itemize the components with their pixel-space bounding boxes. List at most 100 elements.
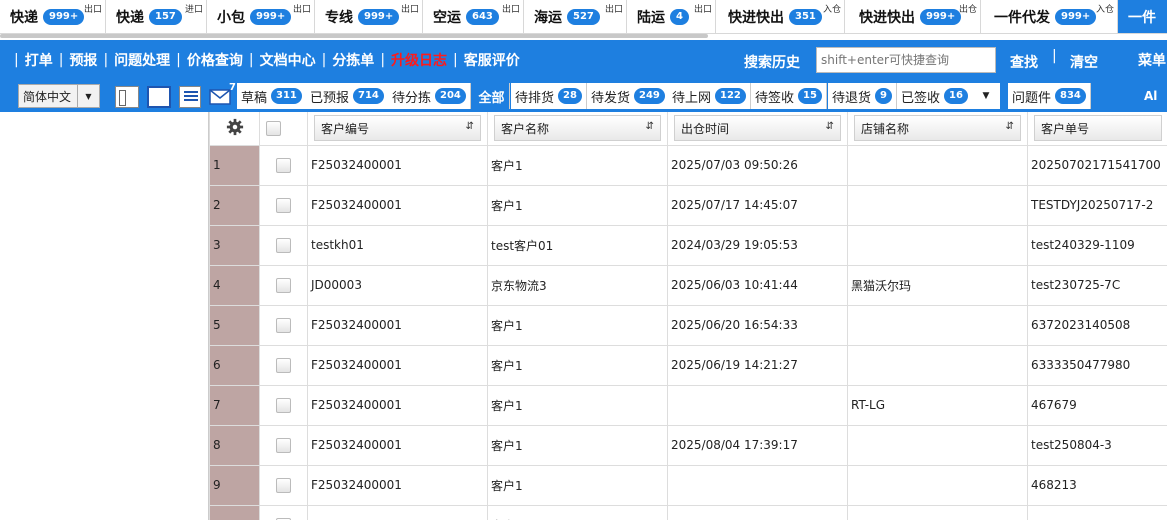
column-header[interactable]: 店铺名称 ⇵ <box>847 112 1028 146</box>
filter-forecasted[interactable]: 已预报 714 <box>306 83 389 109</box>
cell-time: 2025/06/19 14:21:27 <box>667 344 848 386</box>
cell-shop <box>847 424 1028 466</box>
gear-icon[interactable] <box>226 118 244 136</box>
tab-dropship-out[interactable]: 一件 <box>1118 0 1167 34</box>
cell-code: F25032400001 <box>307 184 488 226</box>
row-checkbox[interactable] <box>276 277 291 293</box>
table-row[interactable]: 3 testkh01 test客户01 2024/03/29 19:05:53 test… <box>209 224 1167 266</box>
filter-to-ship[interactable]: 待发货 249 <box>587 83 670 109</box>
table-row[interactable]: 5 F25032400001 客户1 2025/06/20 16:54:33 63720… <box>209 304 1167 346</box>
nav-link-issues[interactable]: 问题处理 <box>114 50 170 70</box>
table-row[interactable]: 客户 <box>209 504 1167 520</box>
search-input[interactable] <box>816 47 996 73</box>
row-checkbox[interactable] <box>276 437 291 453</box>
overflow-label[interactable]: Al <box>1144 89 1157 103</box>
filter-to-sort[interactable]: 待分拣 204 <box>388 83 471 109</box>
nav-separator: | <box>380 52 386 68</box>
tab-air[interactable]: 空运 643 出口 <box>423 0 524 34</box>
column-header[interactable]: 客户名称 ⇵ <box>487 112 668 146</box>
row-checkbox[interactable] <box>276 237 291 253</box>
cell-time: 2025/06/20 16:54:33 <box>667 304 848 346</box>
more-filters-dropdown[interactable]: ▼ <box>972 83 1000 109</box>
filter-all[interactable]: 全部 <box>474 83 510 109</box>
list-view-icon[interactable] <box>179 86 201 108</box>
nav-link-price[interactable]: 价格查询 <box>187 50 243 70</box>
nav-link-changelog[interactable]: 升级日志 <box>391 50 447 70</box>
tab-sea[interactable]: 海运 527 出口 <box>524 0 627 34</box>
table-row[interactable]: 4 JD00003 京东物流3 2025/06/03 10:41:44 黑猫沃尔玛 tes… <box>209 264 1167 306</box>
row-checkbox[interactable] <box>276 477 291 493</box>
menu-button[interactable]: 菜单 <box>1138 50 1166 70</box>
sort-icon[interactable]: ⇵ <box>466 121 474 132</box>
table-row[interactable]: 6 F25032400001 客户1 2025/06/19 14:21:27 63333… <box>209 344 1167 386</box>
cell-time: 2025/07/17 14:45:07 <box>667 184 848 226</box>
tabs-scrollbar[interactable] <box>0 34 708 38</box>
tab-express-export[interactable]: 快递 999+ 出口 <box>0 0 106 34</box>
tab-fast-in[interactable]: 快进快出 351 入仓 <box>716 0 845 34</box>
split-view-icon[interactable] <box>115 86 139 108</box>
nav-link-print[interactable]: 打单 <box>25 50 53 70</box>
tab-tag: 出口 <box>693 5 712 15</box>
nav-link-docs[interactable]: 文档中心 <box>260 50 316 70</box>
row-select-cell <box>259 264 308 306</box>
tab-land[interactable]: 陆运 4 出口 <box>627 0 716 34</box>
table-row[interactable]: 2 F25032400001 客户1 2025/07/17 14:45:07 TESTD… <box>209 184 1167 226</box>
filter-problem[interactable]: 问题件 834 <box>1008 83 1091 109</box>
cell-shop <box>847 464 1028 506</box>
cell-time <box>667 384 848 426</box>
tab-dropship-in[interactable]: 一件代发 999+ 入仓 <box>981 0 1118 34</box>
row-checkbox[interactable] <box>276 197 291 213</box>
row-number: 4 <box>209 264 260 306</box>
row-select-cell <box>259 184 308 226</box>
tab-fast-out[interactable]: 快进快出 999+ 出仓 <box>845 0 981 34</box>
nav-link-forecast[interactable]: 预报 <box>69 50 97 70</box>
filter-to-arrange[interactable]: 待排货 28 <box>511 83 587 109</box>
row-number: 3 <box>209 224 260 266</box>
count-badge: 15 <box>798 88 822 104</box>
nav-link-feedback[interactable]: 客服评价 <box>464 50 520 70</box>
cell-name: 客户1 <box>487 424 668 466</box>
cell-shop <box>847 184 1028 226</box>
row-checkbox[interactable] <box>276 397 291 413</box>
tab-label: 陆运 <box>637 9 665 26</box>
column-header[interactable]: 出仓时间 ⇵ <box>667 112 848 146</box>
clear-button[interactable]: 清空 <box>1070 52 1098 72</box>
table-row[interactable]: 9 F25032400001 客户1 468213 <box>209 464 1167 506</box>
settings-column[interactable] <box>209 112 260 146</box>
tab-small-parcel[interactable]: 小包 999+ 出口 <box>207 0 315 34</box>
row-select-cell <box>259 304 308 346</box>
select-all-checkbox[interactable] <box>266 120 281 136</box>
row-checkbox[interactable] <box>276 357 291 373</box>
nav-link-sorting[interactable]: 分拣单 <box>332 50 374 70</box>
sort-icon[interactable]: ⇵ <box>1006 121 1014 132</box>
tab-label: 快进快出 <box>859 9 915 26</box>
language-select[interactable]: 简体中文 ▼ <box>18 84 100 108</box>
tab-dedicated-line[interactable]: 专线 999+ 出口 <box>315 0 423 34</box>
find-button[interactable]: 查找 <box>1010 52 1038 72</box>
filter-to-return[interactable]: 待退货 9 <box>828 83 897 109</box>
single-view-icon[interactable] <box>147 86 171 108</box>
tab-express-import[interactable]: 快递 157 进口 <box>106 0 207 34</box>
tab-label: 专线 <box>325 9 353 26</box>
row-select-cell <box>259 224 308 266</box>
row-checkbox[interactable] <box>276 157 291 173</box>
column-header[interactable]: 客户编号 ⇵ <box>307 112 488 146</box>
table-row[interactable]: 1 F25032400001 客户1 2025/07/03 09:50:26 20250… <box>209 144 1167 186</box>
nav-separator: | <box>103 52 109 68</box>
filter-signed[interactable]: 已签收 16 <box>897 83 973 109</box>
table-row[interactable]: 8 F25032400001 客户1 2025/08/04 17:39:17 test2… <box>209 424 1167 466</box>
tab-tag: 出口 <box>400 5 419 15</box>
column-header[interactable]: 客户单号 <box>1027 112 1167 146</box>
table-row[interactable]: 7 F25032400001 客户1 RT-LG 467679 <box>209 384 1167 426</box>
sort-icon[interactable]: ⇵ <box>826 121 834 132</box>
filter-to-sign[interactable]: 待签收 15 <box>751 83 827 109</box>
tab-label: 一件 <box>1128 9 1156 26</box>
row-checkbox[interactable] <box>276 317 291 333</box>
filter-draft[interactable]: 草稿 311 <box>237 83 307 109</box>
tab-tag: 出仓 <box>958 5 977 15</box>
count-badge: 249 <box>634 88 665 104</box>
tab-label: 快递 <box>116 9 144 26</box>
filter-to-online[interactable]: 待上网 122 <box>668 83 751 109</box>
sort-icon[interactable]: ⇵ <box>646 121 654 132</box>
search-history-link[interactable]: 搜索历史 <box>744 52 800 72</box>
